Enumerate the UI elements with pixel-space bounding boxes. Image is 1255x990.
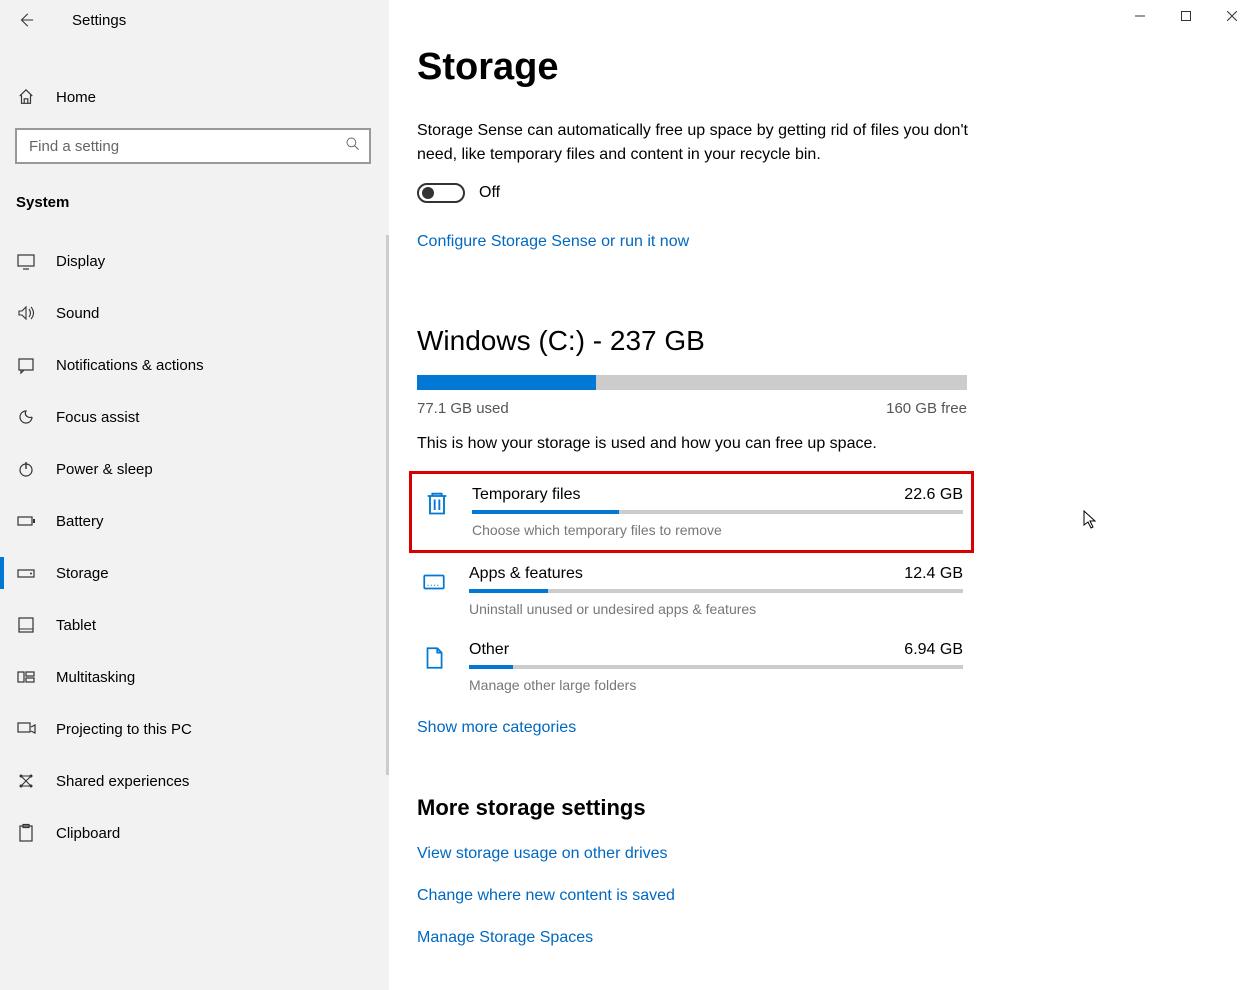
battery-icon	[16, 511, 36, 531]
nav-label: Focus assist	[56, 409, 139, 426]
sidebar-item-clipboard[interactable]: Clipboard	[0, 807, 389, 859]
category-title: Apps & features	[469, 565, 583, 583]
sidebar-item-tablet[interactable]: Tablet	[0, 599, 389, 651]
nav-label: Storage	[56, 565, 109, 582]
sidebar-item-sound[interactable]: Sound	[0, 287, 389, 339]
drive-usage-fill	[417, 375, 596, 390]
sidebar-section: System	[0, 182, 389, 225]
sound-icon	[16, 303, 36, 323]
nav-label: Power & sleep	[56, 461, 153, 478]
tablet-icon	[16, 615, 36, 635]
sidebar-item-power-sleep[interactable]: Power & sleep	[0, 443, 389, 495]
nav-label: Display	[56, 253, 105, 270]
focus-assist-icon	[16, 407, 36, 427]
category-bar	[469, 589, 963, 593]
category-bar	[472, 510, 963, 514]
sidebar-item-battery[interactable]: Battery	[0, 495, 389, 547]
nav-label: Sound	[56, 305, 99, 322]
nav-list: Display Sound Notifications & actions Fo…	[0, 235, 389, 859]
apps-icon	[419, 567, 449, 597]
nav-label: Multitasking	[56, 669, 135, 686]
cursor-icon	[1083, 510, 1099, 530]
storage-icon	[16, 563, 36, 583]
category-size: 6.94 GB	[904, 641, 963, 659]
shared-icon	[16, 771, 36, 791]
sidebar-item-multitasking[interactable]: Multitasking	[0, 651, 389, 703]
sidebar-item-display[interactable]: Display	[0, 235, 389, 287]
sidebar-item-notifications[interactable]: Notifications & actions	[0, 339, 389, 391]
category-bar	[469, 665, 963, 669]
display-icon	[16, 251, 36, 271]
change-save-location-link[interactable]: Change where new content is saved	[417, 887, 1207, 905]
drive-used-text: 77.1 GB used	[417, 400, 509, 417]
drive-free-text: 160 GB free	[886, 400, 967, 417]
drive-usage-bar	[417, 375, 967, 390]
clipboard-icon	[16, 823, 36, 843]
search-icon	[345, 136, 361, 156]
main-content: Storage Storage Sense can automatically …	[389, 0, 1255, 990]
notifications-icon	[16, 355, 36, 375]
home-button[interactable]: Home	[0, 78, 389, 116]
power-icon	[16, 459, 36, 479]
maximize-button[interactable]	[1163, 0, 1209, 32]
category-temporary-files[interactable]: Temporary files 22.6 GB Choose which tem…	[409, 471, 974, 553]
projecting-icon	[16, 719, 36, 739]
trash-icon	[422, 488, 452, 518]
nav-label: Clipboard	[56, 825, 120, 842]
home-icon	[16, 88, 36, 106]
back-button[interactable]	[16, 10, 36, 30]
sidebar-item-projecting[interactable]: Projecting to this PC	[0, 703, 389, 755]
view-other-drives-link[interactable]: View storage usage on other drives	[417, 845, 1207, 863]
category-size: 22.6 GB	[904, 486, 963, 504]
minimize-button[interactable]	[1117, 0, 1163, 32]
window-title: Settings	[72, 12, 126, 29]
more-storage-heading: More storage settings	[417, 795, 1207, 821]
nav-label: Shared experiences	[56, 773, 189, 790]
sidebar-item-storage[interactable]: Storage	[0, 547, 389, 599]
category-other[interactable]: Other 6.94 GB Manage other large folders	[417, 629, 971, 705]
nav-label: Notifications & actions	[56, 357, 204, 374]
other-icon	[419, 643, 449, 673]
category-title: Other	[469, 641, 509, 659]
close-button[interactable]	[1209, 0, 1255, 32]
sidebar-item-focus-assist[interactable]: Focus assist	[0, 391, 389, 443]
show-more-categories-link[interactable]: Show more categories	[417, 719, 576, 737]
storage-sense-description: Storage Sense can automatically free up …	[417, 119, 977, 167]
drive-heading: Windows (C:) - 237 GB	[417, 325, 1207, 357]
multitasking-icon	[16, 667, 36, 687]
nav-label: Tablet	[56, 617, 96, 634]
search-input[interactable]	[15, 128, 371, 164]
nav-label: Projecting to this PC	[56, 721, 192, 738]
category-title: Temporary files	[472, 486, 580, 504]
storage-sense-toggle[interactable]	[417, 183, 465, 203]
home-label: Home	[56, 89, 96, 106]
sidebar: Settings Home System Display Sound	[0, 0, 389, 990]
toggle-label: Off	[479, 184, 500, 202]
category-sub: Uninstall unused or undesired apps & fea…	[469, 601, 963, 617]
manage-storage-spaces-link[interactable]: Manage Storage Spaces	[417, 929, 1207, 947]
sidebar-item-shared-experiences[interactable]: Shared experiences	[0, 755, 389, 807]
nav-label: Battery	[56, 513, 104, 530]
category-apps-features[interactable]: Apps & features 12.4 GB Uninstall unused…	[417, 553, 971, 629]
category-sub: Choose which temporary files to remove	[472, 522, 963, 538]
category-size: 12.4 GB	[904, 565, 963, 583]
toggle-knob	[422, 187, 434, 199]
page-title: Storage	[417, 46, 1207, 89]
drive-subtext: This is how your storage is used and how…	[417, 435, 1207, 453]
configure-storage-sense-link[interactable]: Configure Storage Sense or run it now	[417, 233, 689, 251]
category-sub: Manage other large folders	[469, 677, 963, 693]
